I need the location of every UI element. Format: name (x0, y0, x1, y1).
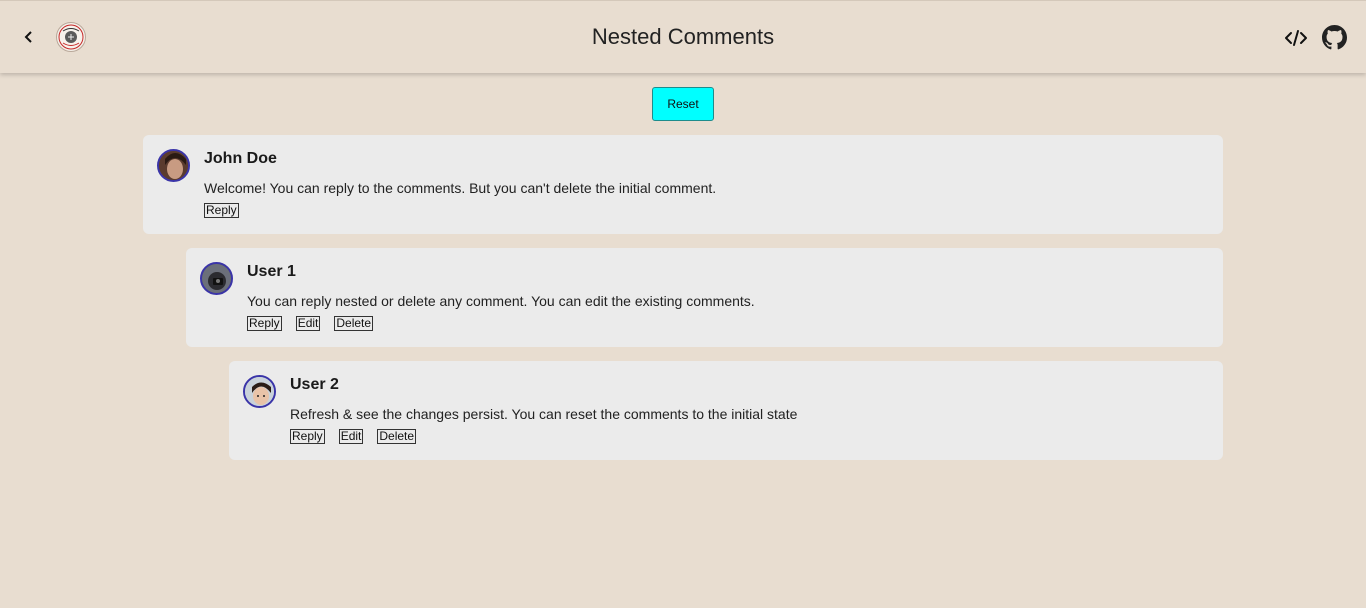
avatar-photo (159, 151, 188, 180)
reset-button[interactable]: Reset (652, 87, 714, 121)
page-title: Nested Comments (591, 24, 775, 49)
comment-text: Refresh & see the changes persist. You c… (290, 406, 798, 422)
code-icon (1285, 30, 1307, 46)
delete-button[interactable]: Delete (334, 316, 374, 331)
edit-button[interactable]: Edit (338, 429, 364, 444)
avatar-photo (202, 264, 231, 293)
comment-author: User 1 (247, 263, 296, 280)
comment-card: User 1 You can reply nested or delete an… (186, 248, 1223, 347)
reply-button[interactable]: Reply (290, 429, 325, 444)
top-bar: Nested Comments (0, 0, 1366, 73)
comment-card: John Doe Welcome! You can reply to the c… (143, 135, 1223, 234)
comment-actions: Reply (204, 203, 239, 218)
comment-card: User 2 Refresh & see the changes persist… (229, 361, 1223, 460)
avatar-photo (245, 377, 274, 406)
comment-actions: Reply Edit Delete (247, 316, 374, 331)
comment-actions: Reply Edit Delete (290, 429, 417, 444)
delete-button[interactable]: Delete (377, 429, 417, 444)
reply-button[interactable]: Reply (247, 316, 282, 331)
avatar (243, 375, 276, 408)
avatar (200, 262, 233, 295)
comment-text: Welcome! You can reply to the comments. … (204, 180, 717, 196)
github-icon (1322, 25, 1347, 50)
comment-author: John Doe (204, 150, 277, 167)
avatar (157, 149, 190, 182)
source-code-button[interactable] (1284, 26, 1308, 50)
edit-button[interactable]: Edit (295, 316, 321, 331)
comment-author: User 2 (290, 376, 339, 393)
comment-text: You can reply nested or delete any comme… (247, 293, 755, 309)
reply-button[interactable]: Reply (204, 203, 239, 218)
github-link[interactable] (1322, 25, 1347, 50)
